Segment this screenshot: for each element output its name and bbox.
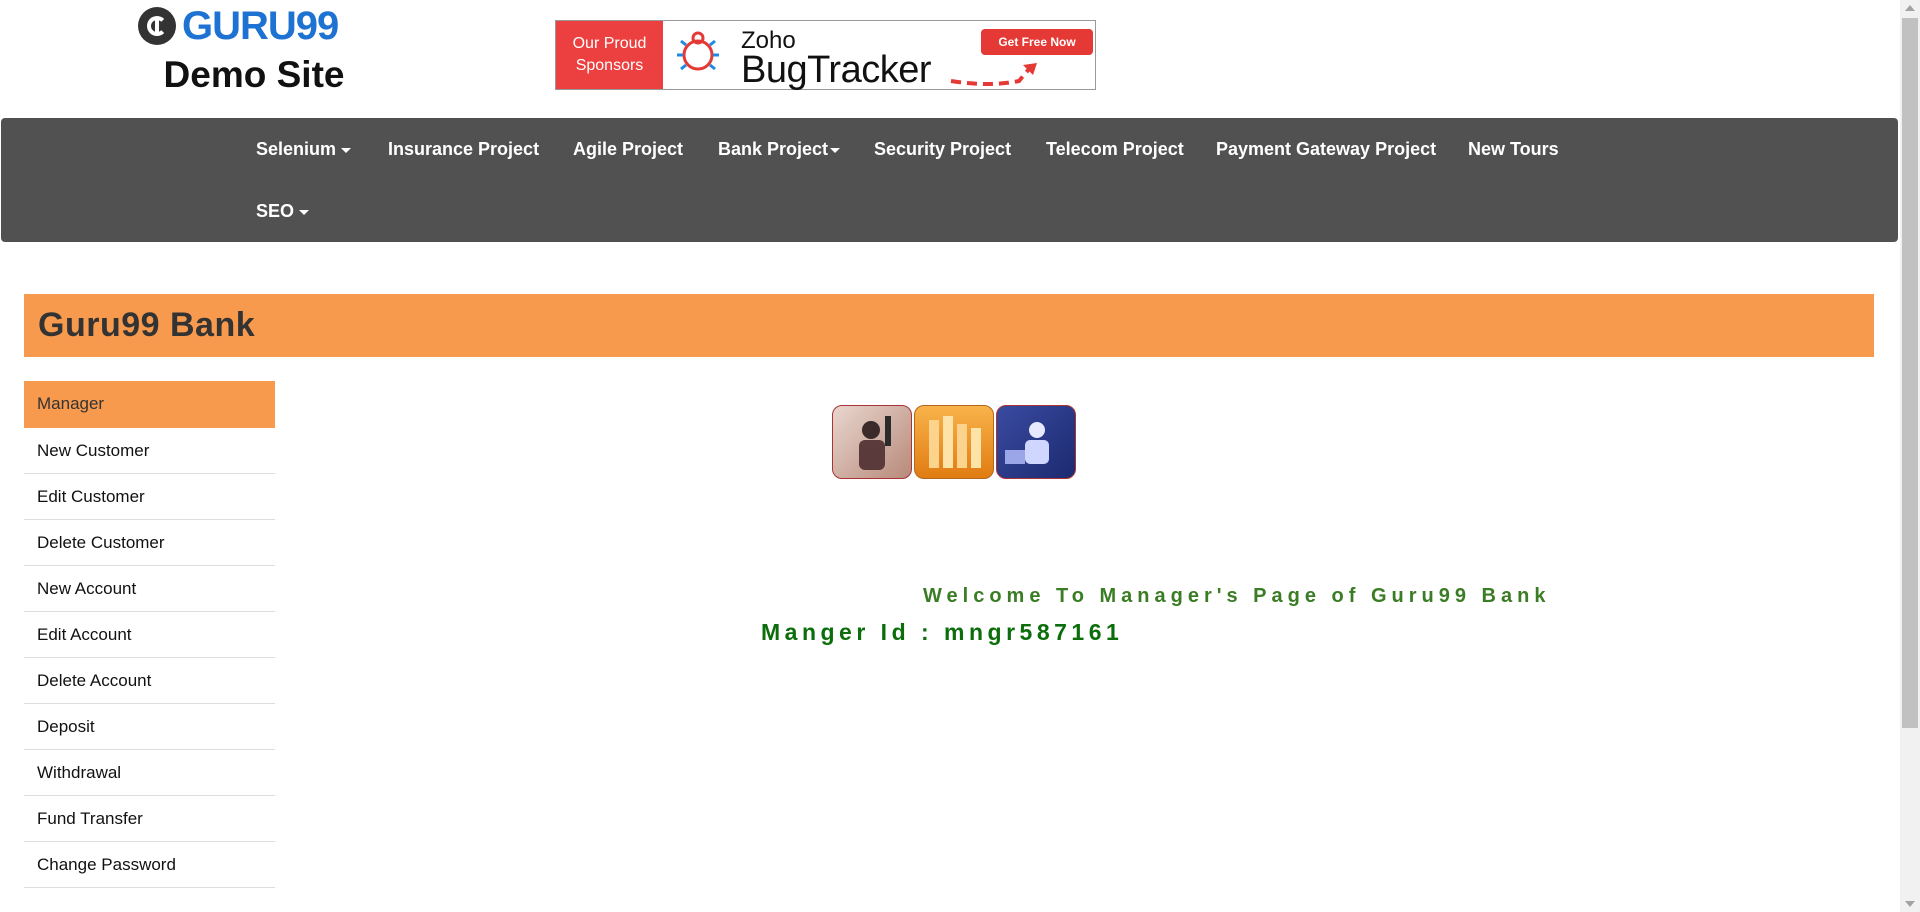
sidebar-item-change-password[interactable]: Change Password: [24, 842, 275, 888]
sidebar-item-deposit[interactable]: Deposit: [24, 704, 275, 750]
caret-down-icon: [341, 147, 352, 153]
scroll-up-icon[interactable]: [1905, 5, 1915, 11]
welcome-message: Welcome To Manager's Page of Guru99 Bank: [923, 585, 1551, 607]
coins-stack-image: [914, 405, 994, 479]
nav-seo-label: SEO: [256, 201, 295, 221]
nav-agile-project[interactable]: Agile Project: [573, 139, 683, 160]
nav-payment-gateway-project[interactable]: Payment Gateway Project: [1216, 139, 1436, 160]
nav-bank-project[interactable]: Bank Project: [718, 139, 841, 160]
nav-security-project[interactable]: Security Project: [874, 139, 1011, 160]
sidebar-item-new-account[interactable]: New Account: [24, 566, 275, 612]
get-free-now-button[interactable]: Get Free Now: [981, 29, 1093, 55]
bank-header: Guru99 Bank: [24, 294, 1874, 357]
person-phone-image: [832, 405, 912, 479]
sponsor-product: BugTracker: [741, 49, 932, 91]
sponsor-label-line1: Our Proud: [572, 35, 647, 52]
caret-down-icon: [299, 209, 310, 215]
sidebar-item-delete-account[interactable]: Delete Account: [24, 658, 275, 704]
sidebar-item-withdrawal[interactable]: Withdrawal: [24, 750, 275, 796]
sidebar-menu: Manager New Customer Edit Customer Delet…: [24, 381, 275, 888]
nav-selenium[interactable]: Selenium: [256, 139, 352, 160]
nav-bank-project-label: Bank Project: [718, 139, 829, 159]
sidebar-item-edit-account[interactable]: Edit Account: [24, 612, 275, 658]
manager-id-text: Manger Id : mngr587161: [761, 619, 1124, 645]
sidebar-item-fund-transfer[interactable]: Fund Transfer: [24, 796, 275, 842]
bank-banner-images: [830, 402, 1076, 480]
bug-icon: [677, 31, 719, 71]
nav-telecom-project[interactable]: Telecom Project: [1046, 139, 1184, 160]
dashed-arrow-icon: [950, 63, 1037, 86]
sponsor-banner[interactable]: Our Proud Sponsors Zoho BugTracker Get F…: [555, 20, 1096, 91]
sidebar-item-new-customer[interactable]: New Customer: [24, 428, 275, 474]
sidebar-item-delete-customer[interactable]: Delete Customer: [24, 520, 275, 566]
nav-new-tours[interactable]: New Tours: [1468, 139, 1559, 160]
logo-text: GURU99: [182, 3, 339, 48]
sponsor-label-line2: Sponsors: [575, 57, 644, 74]
nav-selenium-label: Selenium: [256, 139, 337, 159]
person-computer-image: [996, 405, 1076, 479]
main-navbar: Selenium Insurance Project Agile Project…: [1, 118, 1898, 242]
caret-down-icon: [830, 147, 841, 153]
guru99-logo-icon: [138, 7, 176, 45]
site-logo[interactable]: GURU99 Demo Site: [138, 4, 370, 96]
page-title: Guru99 Bank: [38, 306, 256, 344]
sidebar-item-manager[interactable]: Manager: [24, 381, 275, 428]
scroll-thumb[interactable]: [1902, 18, 1918, 728]
scroll-down-icon[interactable]: [1905, 901, 1915, 907]
demo-site-title: Demo Site: [163, 54, 345, 95]
vertical-scrollbar[interactable]: [1900, 0, 1920, 912]
sidebar-item-edit-customer[interactable]: Edit Customer: [24, 474, 275, 520]
sponsor-label: Our Proud Sponsors: [556, 21, 663, 89]
nav-seo[interactable]: SEO: [256, 201, 310, 222]
nav-insurance-project[interactable]: Insurance Project: [388, 139, 539, 160]
